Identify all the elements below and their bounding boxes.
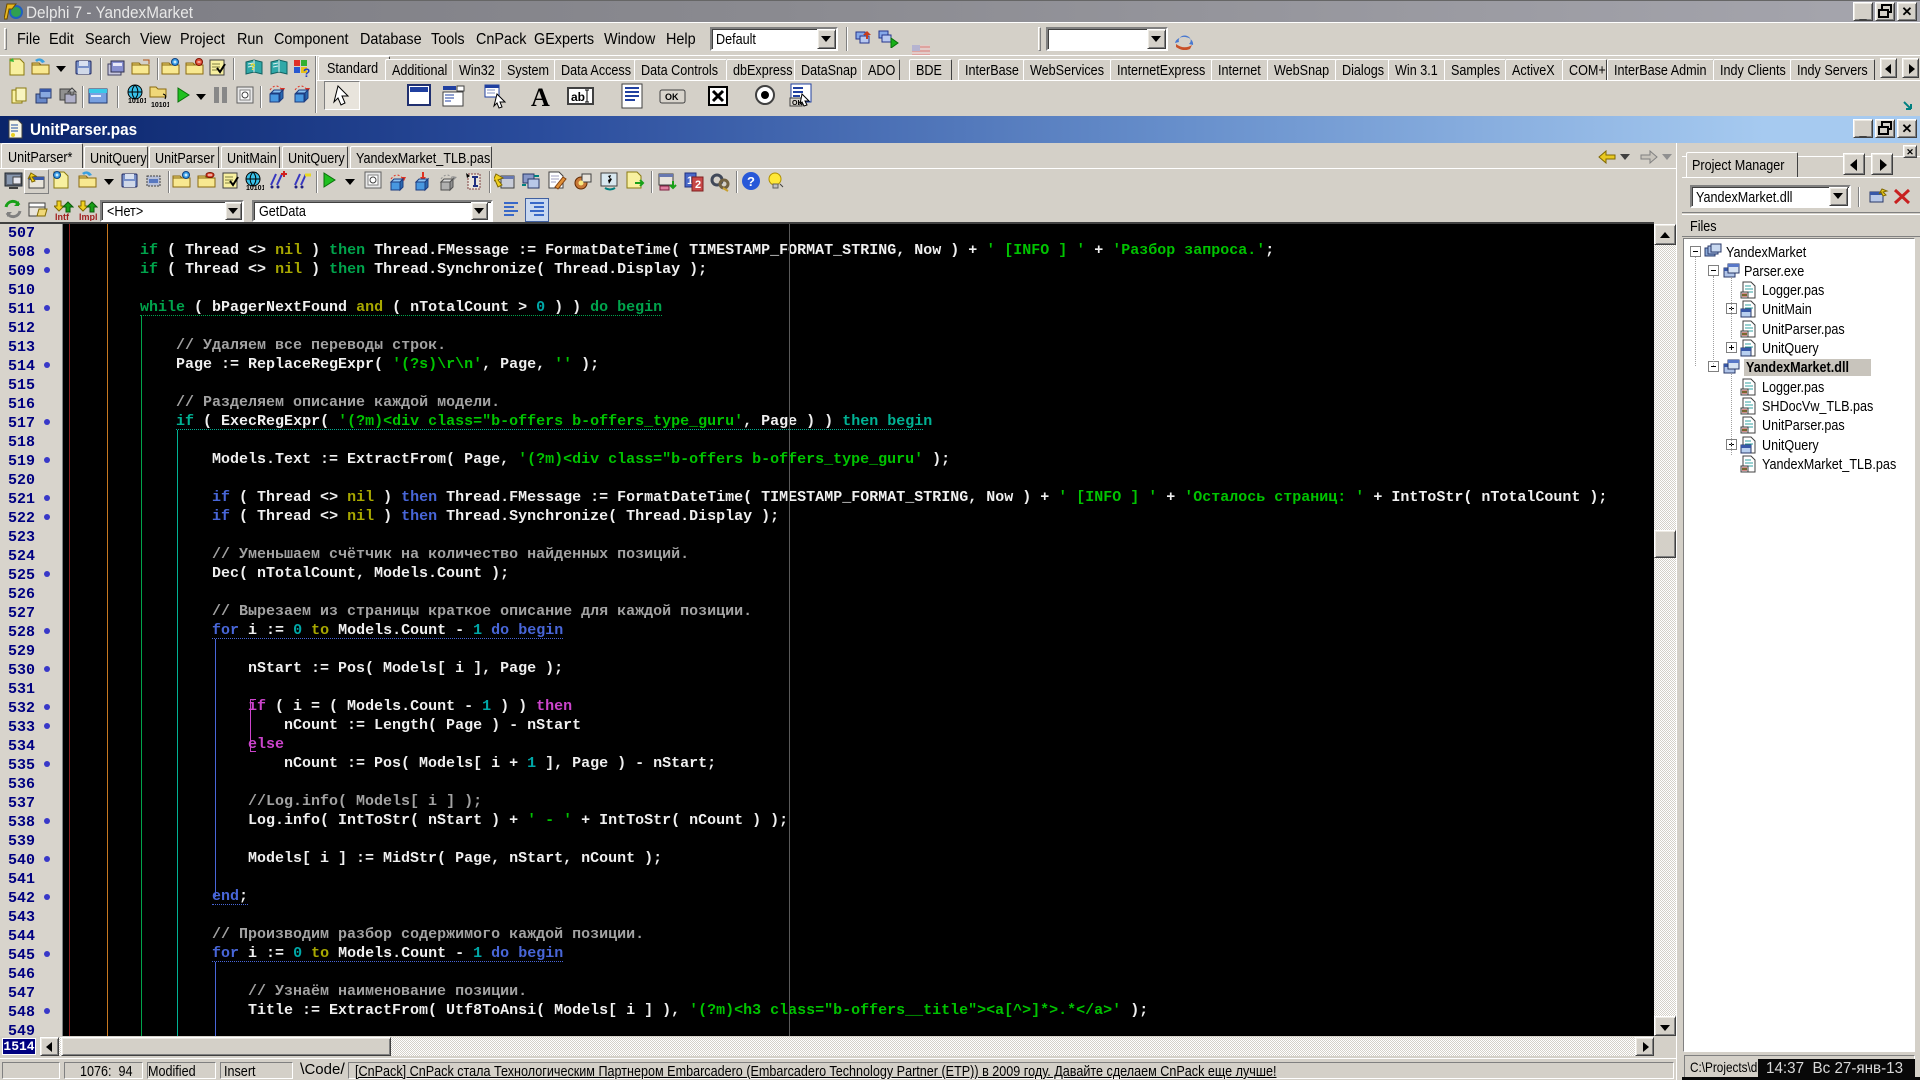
svg-text:?: ? xyxy=(747,174,755,189)
svg-text:A: A xyxy=(531,83,550,110)
svg-text:10101: 10101 xyxy=(246,185,264,192)
svg-text:?: ? xyxy=(303,66,310,79)
svg-text:10101: 10101 xyxy=(151,102,169,108)
svg-text:Intf: Intf xyxy=(55,212,70,221)
svg-text:10101: 10101 xyxy=(128,98,146,105)
svg-text:OK: OK xyxy=(665,92,679,102)
svg-text:?: ? xyxy=(250,62,256,72)
svg-text:2: 2 xyxy=(695,179,701,191)
svg-text:Impl: Impl xyxy=(79,212,98,221)
svg-text:ab: ab xyxy=(571,90,585,104)
